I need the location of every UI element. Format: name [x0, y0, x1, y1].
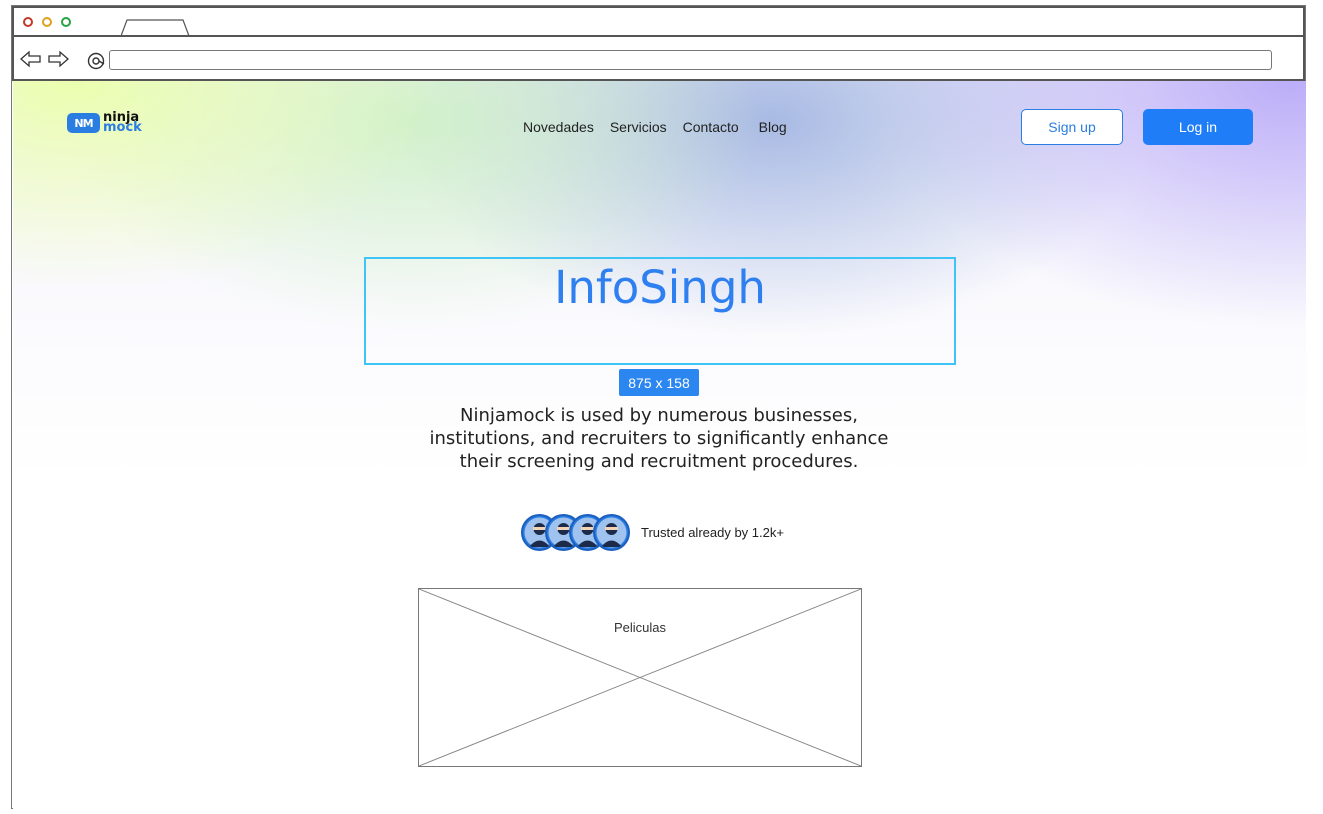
main-nav: Novedades Servicios Contacto Blog: [523, 119, 803, 135]
address-bar: [12, 37, 1305, 81]
close-window-button[interactable]: [23, 17, 33, 27]
hero-title-box[interactable]: InfoSingh: [364, 257, 956, 365]
logo[interactable]: NM ninja mock: [67, 111, 142, 135]
hero-subtitle: Ninjamock is used by numerous businesses…: [365, 404, 953, 473]
maximize-window-button[interactable]: [61, 17, 71, 27]
minimize-window-button[interactable]: [42, 17, 52, 27]
page-content: NM ninja mock Novedades Servicios Contac…: [13, 81, 1306, 809]
image-placeholder-icon[interactable]: Peliculas: [418, 588, 862, 767]
nav-item-novedades[interactable]: Novedades: [523, 119, 594, 135]
forward-arrow-icon[interactable]: [47, 50, 69, 68]
refresh-icon[interactable]: [86, 51, 106, 71]
image-label: Peliculas: [613, 620, 667, 635]
logo-badge: NM: [67, 113, 100, 133]
nav-item-contacto[interactable]: Contacto: [683, 119, 739, 135]
signup-button[interactable]: Sign up: [1021, 109, 1123, 145]
subtitle-line: their screening and recruitment procedur…: [459, 451, 859, 472]
nav-item-servicios[interactable]: Servicios: [610, 119, 667, 135]
login-button[interactable]: Log in: [1143, 109, 1253, 145]
trusted-text: Trusted already by 1.2k+: [641, 525, 784, 540]
avatar-group: [521, 514, 630, 551]
back-arrow-icon[interactable]: [20, 50, 42, 68]
browser-tab[interactable]: [121, 19, 191, 37]
dimension-badge: 875 x 158: [619, 369, 699, 396]
hero-title: InfoSingh: [554, 261, 766, 314]
title-bar: [12, 6, 1305, 37]
subtitle-line: Ninjamock is used by numerous businesses…: [460, 405, 858, 426]
browser-window: NM ninja mock Novedades Servicios Contac…: [11, 5, 1306, 809]
logo-text-mock: mock: [103, 120, 142, 135]
subtitle-line: institutions, and recruiters to signific…: [429, 428, 889, 449]
nav-item-blog[interactable]: Blog: [759, 119, 787, 135]
url-input[interactable]: [109, 50, 1272, 70]
avatar-icon: [593, 514, 630, 551]
